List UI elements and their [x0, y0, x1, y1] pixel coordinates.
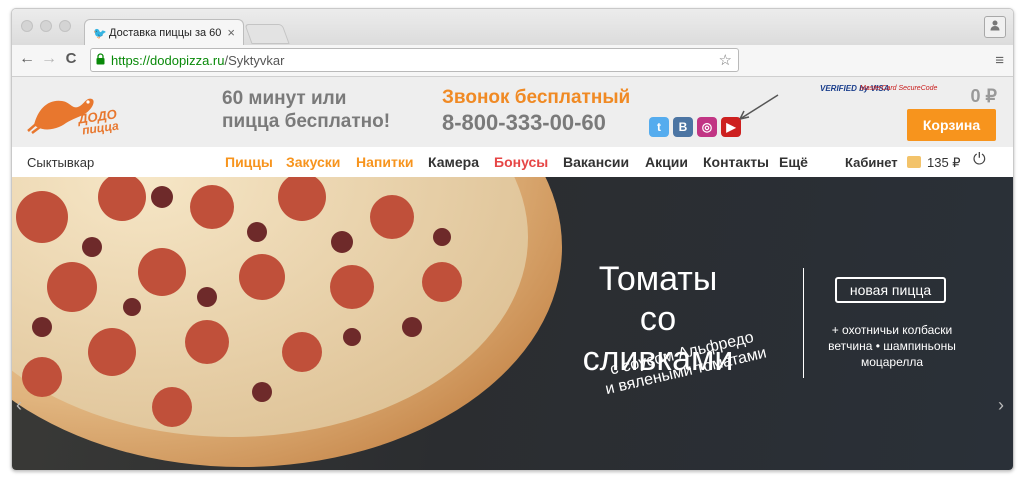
- annotation-arrow-icon: [739, 94, 779, 120]
- nav-link-6[interactable]: Акции: [645, 154, 688, 170]
- browser-tab[interactable]: 🐦 Доставка пиццы за 60 ми ×: [84, 19, 244, 46]
- browser-menu-icon[interactable]: ≡: [995, 52, 1004, 69]
- slider-next-icon[interactable]: ›: [998, 395, 1004, 416]
- dodo-pizza-logo[interactable]: ДОДО пицца: [26, 89, 150, 137]
- bookmark-star-icon[interactable]: ☆: [719, 51, 732, 69]
- close-window-button[interactable]: [21, 20, 33, 32]
- twitter-icon[interactable]: t: [649, 117, 669, 137]
- nav-link-5[interactable]: Вакансии: [563, 154, 629, 170]
- instagram-icon[interactable]: ◎: [697, 117, 717, 137]
- back-icon[interactable]: ←: [18, 50, 36, 68]
- free-call-title: Звонок бесплатный: [442, 87, 631, 108]
- promo-text: 60 минут или пицца бесплатно!: [222, 87, 390, 133]
- title-bar: 🐦 Доставка пиццы за 60 ми ×: [12, 9, 1013, 46]
- user-profile-icon[interactable]: [984, 16, 1006, 38]
- tab-close-icon[interactable]: ×: [227, 25, 235, 40]
- nav-link-0[interactable]: Пиццы: [225, 154, 273, 170]
- site-header: ДОДО пицца 60 минут или пицца бесплатно!…: [12, 77, 1013, 147]
- promo-line-1: 60 минут или: [222, 88, 347, 109]
- nav-link-3[interactable]: Камера: [428, 154, 479, 170]
- city-selector[interactable]: Сыктывкар: [27, 155, 94, 170]
- ingredients-list: + охотничьи колбаски ветчина • шампиньон…: [828, 323, 956, 369]
- new-pizza-badge: новая пицца: [835, 277, 946, 303]
- nav-link-2[interactable]: Напитки: [356, 154, 413, 170]
- bonus-coin-icon: [907, 156, 921, 168]
- phone-number[interactable]: 8-800-333-00-60: [442, 110, 606, 136]
- minimize-window-button[interactable]: [40, 20, 52, 32]
- reload-icon[interactable]: C: [62, 50, 80, 67]
- nav-link-8[interactable]: Ещё: [779, 154, 808, 170]
- browser-window: 🐦 Доставка пиццы за 60 ми × ← → C https:…: [11, 8, 1014, 471]
- new-tab-button[interactable]: [244, 24, 290, 44]
- mastercard-securecode-logo: MasterCard SecureCode: [860, 85, 938, 92]
- vk-icon[interactable]: B: [673, 117, 693, 137]
- nav-link-4[interactable]: Бонусы: [494, 154, 548, 170]
- lock-icon: [96, 53, 105, 65]
- bonus-balance: 135 ₽: [927, 155, 961, 170]
- main-navigation: Сыктывкар Пиццы Закуски Напитки Камера Бонус…: [12, 147, 1013, 177]
- dodo-favicon-icon: 🐦: [93, 28, 107, 40]
- cart-total: 0 ₽: [970, 86, 997, 106]
- cabinet-link[interactable]: Кабинет: [845, 155, 898, 170]
- page-viewport: ДОДО пицца 60 минут или пицца бесплатно!…: [12, 77, 1013, 470]
- promo-line-2: пицца бесплатно!: [222, 111, 391, 132]
- nav-link-7[interactable]: Контакты: [703, 154, 769, 170]
- url-text: https://dodopizza.ru/Syktyvkar: [111, 53, 285, 68]
- cart-button[interactable]: Корзина: [907, 109, 996, 141]
- address-bar[interactable]: https://dodopizza.ru/Syktyvkar ☆: [90, 48, 739, 72]
- browser-toolbar: ← → C https://dodopizza.ru/Syktyvkar ☆ ≡: [12, 45, 1013, 77]
- pizza-image: [12, 177, 562, 467]
- hero-divider: [803, 268, 804, 378]
- maximize-window-button[interactable]: [59, 20, 71, 32]
- forward-icon[interactable]: →: [40, 50, 58, 68]
- tab-title: Доставка пиццы за 60 ми: [109, 27, 224, 39]
- slider-prev-icon[interactable]: ‹: [16, 395, 22, 416]
- nav-link-1[interactable]: Закуски: [286, 154, 340, 170]
- logout-power-icon[interactable]: ⏻: [973, 151, 986, 169]
- hero-banner[interactable]: Томаты со сливками с соусом Альфредо и в…: [12, 177, 1013, 470]
